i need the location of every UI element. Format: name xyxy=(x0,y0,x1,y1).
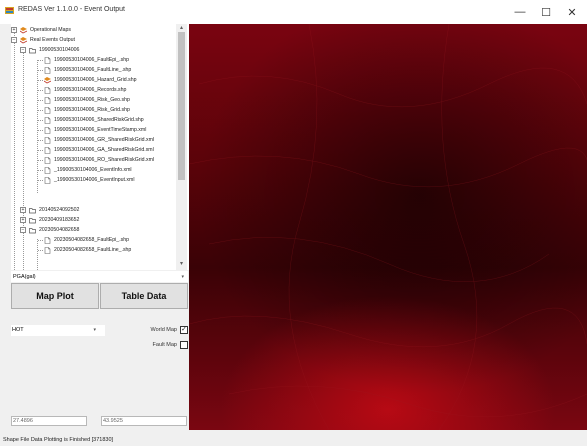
collapse-icon[interactable]: − xyxy=(20,227,26,233)
tree-file-item[interactable]: 19900530104006_Records.shp xyxy=(44,85,126,95)
minimize-button[interactable]: — xyxy=(507,0,533,24)
fault-map-checkbox[interactable] xyxy=(180,341,188,349)
hazard-map-canvas[interactable] xyxy=(189,24,587,430)
tree-file-item[interactable]: _19900530104006_EventInput.xml xyxy=(44,175,134,185)
folder-layers-icon xyxy=(20,36,27,43)
parameter-select[interactable]: PGA(gal) ▾ xyxy=(11,271,188,282)
app-logo-icon xyxy=(5,7,14,14)
expand-icon[interactable]: + xyxy=(11,27,17,33)
folder-icon xyxy=(29,227,36,233)
file-icon xyxy=(44,166,51,174)
latitude-field[interactable]: 43.9525 xyxy=(101,416,187,426)
file-icon xyxy=(44,246,51,254)
scroll-thumb[interactable] xyxy=(178,32,185,180)
fault-map-option[interactable]: Fault Map xyxy=(153,340,188,350)
table-data-button[interactable]: Table Data xyxy=(100,283,188,309)
tree-file-item[interactable]: 20230504082658_FaultLine_.shp xyxy=(44,245,131,255)
tree-file-item[interactable]: 19900530104006_FaultEpi_.shp xyxy=(44,55,129,65)
tree-file-item[interactable]: 19900530104006_GA_SharedRiskGrid.xml xyxy=(44,145,154,155)
chevron-down-icon: ▾ xyxy=(181,274,184,280)
file-icon xyxy=(44,96,51,104)
collapse-icon[interactable]: − xyxy=(20,47,26,53)
file-icon xyxy=(44,66,51,74)
tree-file-item[interactable]: 19900530104006_EventTimeStamp.xml xyxy=(44,125,146,135)
tree-file-item[interactable]: 20230504082658_FaultEpi_.shp xyxy=(44,235,129,245)
window-title: REDAS Ver 1.1.0.0 - Event Output xyxy=(18,6,125,13)
file-icon xyxy=(44,126,51,134)
tree-node-event-19900530104006[interactable]: − 19900530104006 xyxy=(20,45,79,55)
file-icon xyxy=(44,106,51,114)
layer-icon xyxy=(44,76,51,83)
world-map-label: World Map xyxy=(150,327,178,333)
scroll-up-icon[interactable]: ▴ xyxy=(178,24,185,32)
colormap-select-value: HOT xyxy=(12,327,24,333)
layer-tree[interactable]: + Operational Maps − Real Events Output … xyxy=(11,24,190,270)
maximize-button[interactable]: ☐ xyxy=(533,0,559,24)
file-icon xyxy=(44,176,51,184)
map-texture xyxy=(189,24,587,430)
expand-icon[interactable]: + xyxy=(20,207,26,213)
folder-icon xyxy=(29,207,36,213)
close-button[interactable]: ✕ xyxy=(559,0,585,24)
folder-icon xyxy=(29,217,36,223)
file-icon xyxy=(44,146,51,154)
file-icon xyxy=(44,136,51,144)
file-icon xyxy=(44,56,51,64)
fault-map-label: Fault Map xyxy=(152,342,177,348)
app-window: REDAS Ver 1.1.0.0 - Event Output — ☐ ✕ +… xyxy=(0,0,587,446)
tree-node-event-20230504082658[interactable]: − 20230504082658 xyxy=(20,225,79,235)
world-map-option[interactable]: World Map ✓ xyxy=(150,325,188,335)
tree-file-item[interactable]: 19900530104006_FaultLine_.shp xyxy=(44,65,131,75)
file-icon xyxy=(44,156,51,164)
map-plot-button[interactable]: Map Plot xyxy=(11,283,99,309)
status-bar: Shape File Data Plotting is Finished [37… xyxy=(0,434,587,446)
tree-scrollbar[interactable]: ▴ ▾ xyxy=(176,24,187,270)
tree-file-item[interactable]: 19900530104006_Risk_Grid.shp xyxy=(44,105,130,115)
longitude-field[interactable]: 27.4896 xyxy=(11,416,87,426)
collapse-icon[interactable]: − xyxy=(11,37,17,43)
tree-file-item[interactable]: 19900530104006_GR_SharedRiskGrid.xml xyxy=(44,135,154,145)
scroll-down-icon[interactable]: ▾ xyxy=(178,260,185,268)
tree-file-item[interactable]: 19900530104006_SharedRiskGrid.shp xyxy=(44,115,144,125)
tree-file-item[interactable]: 19900530104006_Hazard_Grid.shp xyxy=(44,75,137,85)
file-icon xyxy=(44,236,51,244)
tree-node-event-20140524092502[interactable]: + 20140524092502 xyxy=(20,205,79,215)
folder-layers-icon xyxy=(20,26,27,33)
world-map-checkbox[interactable]: ✓ xyxy=(180,326,188,334)
tree-file-item[interactable]: 19900530104006_RO_SharedRiskGrid.xml xyxy=(44,155,154,165)
file-icon xyxy=(44,86,51,94)
tree-node-event-20230409183652[interactable]: + 20230409183652 xyxy=(20,215,79,225)
parameter-select-value: PGA(gal) xyxy=(13,274,36,280)
expand-icon[interactable]: + xyxy=(20,217,26,223)
file-icon xyxy=(44,116,51,124)
title-bar: REDAS Ver 1.1.0.0 - Event Output — ☐ ✕ xyxy=(0,0,587,24)
tree-node-real-events-output[interactable]: − Real Events Output xyxy=(11,35,75,45)
tree-file-item[interactable]: _19900530104006_EventInfo.xml xyxy=(44,165,132,175)
folder-icon xyxy=(29,47,36,53)
tree-node-operational-maps[interactable]: + Operational Maps xyxy=(11,25,71,35)
colormap-select[interactable]: HOT ▾ xyxy=(11,325,105,336)
chevron-down-icon: ▾ xyxy=(93,327,96,333)
tree-file-item[interactable]: 19900530104006_Risk_Geo.shp xyxy=(44,95,130,105)
